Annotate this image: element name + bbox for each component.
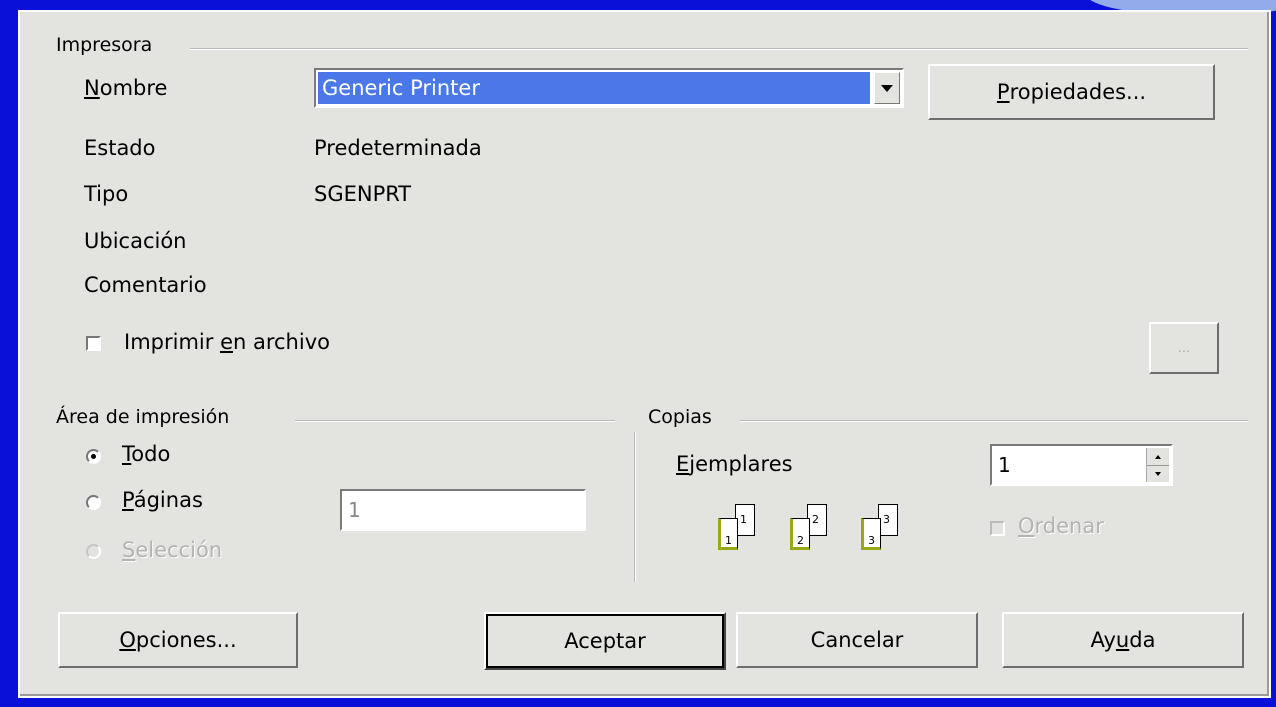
type-value: SGENPRT (314, 182, 412, 206)
print-to-file-checkbox[interactable] (86, 336, 101, 351)
print-pages-radio[interactable] (86, 495, 101, 510)
print-selection-radio[interactable] (86, 544, 101, 559)
collate-checkbox[interactable] (990, 521, 1005, 536)
printer-group-divider (190, 48, 1248, 50)
ok-button[interactable]: Aceptar (484, 612, 726, 670)
print-all-label: Todo (122, 442, 171, 466)
print-all-radio[interactable] (86, 449, 101, 464)
options-button[interactable]: Opciones... (58, 612, 298, 668)
copies-count-value: 1 (998, 453, 1011, 477)
collate-label: Ordenar (1018, 514, 1104, 538)
spin-up-icon[interactable] (1147, 448, 1169, 466)
print-selection-label: Selección (122, 538, 223, 562)
printer-name-label: Nombre (84, 76, 168, 100)
type-label: Tipo (84, 182, 129, 206)
print-pages-label: Páginas (122, 488, 203, 512)
browse-file-button[interactable]: ... (1149, 322, 1219, 374)
printer-group-label: Impresora (56, 34, 161, 56)
comment-label: Comentario (84, 273, 207, 297)
print-range-group-label: Área de impresión (56, 406, 238, 428)
copies-count-stepper[interactable]: 1 (990, 444, 1173, 486)
help-button[interactable]: Ay u da (1002, 612, 1244, 668)
print-to-file-label: Imprimir en archivo (124, 330, 330, 354)
printer-select[interactable]: Generic Printer (314, 68, 904, 108)
print-dialog: Impresora Nombre Generic Printer Propied… (18, 10, 1271, 698)
properties-button[interactable]: Propiedades... (928, 64, 1215, 120)
status-value: Predeterminada (314, 136, 482, 160)
copies-group-divider (740, 420, 1248, 422)
copies-group-label: Copias (648, 406, 720, 428)
printer-select-value: Generic Printer (318, 72, 870, 104)
chevron-down-icon[interactable] (874, 72, 900, 104)
copies-spin-buttons (1146, 448, 1169, 482)
copies-group-separator (634, 432, 636, 582)
collate-preview-icon: 1 1 2 2 3 3 (714, 502, 924, 568)
copies-count-label: Ejemplares (676, 452, 793, 476)
pages-input[interactable]: 1 (340, 489, 586, 531)
spin-down-icon[interactable] (1147, 465, 1169, 482)
status-label: Estado (84, 136, 156, 160)
location-label: Ubicación (84, 229, 187, 253)
print-range-group-divider (295, 420, 615, 422)
cancel-button[interactable]: Cancelar (736, 612, 978, 668)
